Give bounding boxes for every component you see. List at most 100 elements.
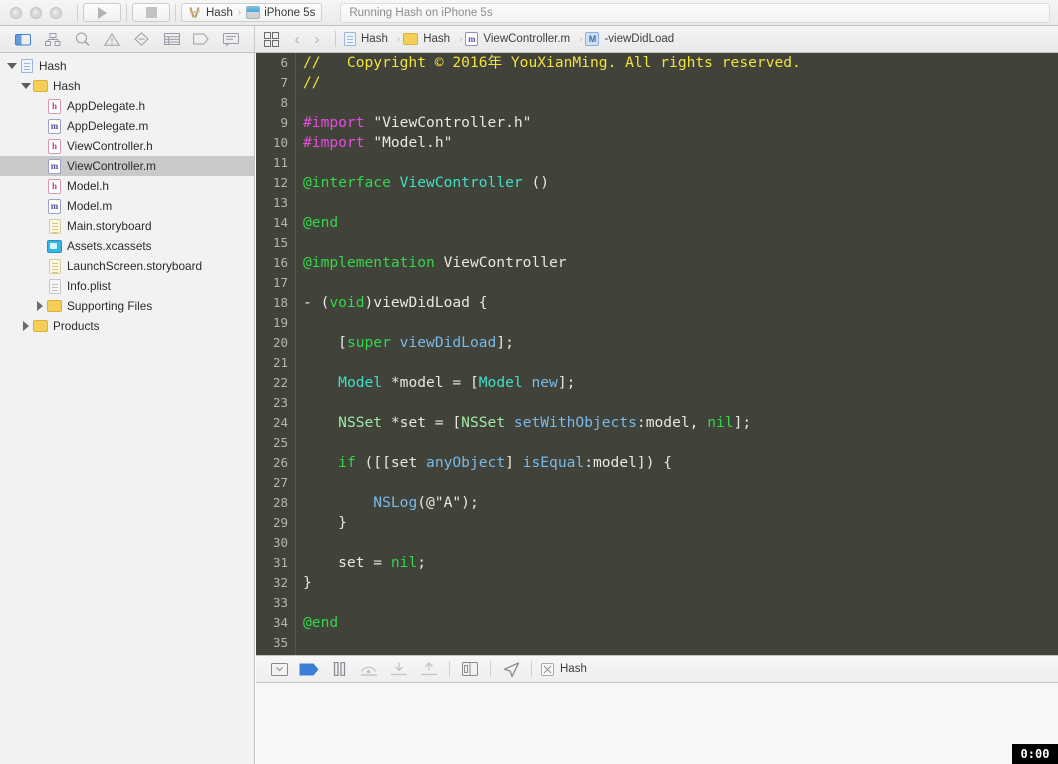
scheme-selector[interactable]: Hash › iPhone 5s [181,3,323,22]
sidebar-item-model-m[interactable]: m Model.m [0,196,254,216]
report-navigator-tab[interactable] [223,32,240,46]
code-line[interactable] [297,313,1058,333]
code-line[interactable]: // [297,73,1058,93]
h-file-icon: h [48,178,61,194]
code-line[interactable] [297,593,1058,613]
code-token: "Model.h" [373,134,453,151]
sidebar-item-supporting-files[interactable]: Supporting Files [0,296,254,316]
code-line[interactable] [297,533,1058,553]
sidebar-item-appdelegate-m[interactable]: m AppDelegate.m [0,116,254,136]
code-line[interactable] [297,353,1058,373]
source-control-navigator-tab[interactable] [44,32,61,46]
simulator-icon [246,6,261,19]
storyboard-icon [48,218,61,234]
breadcrumb-item-project[interactable]: Hash › [344,32,400,46]
disclosure-triangle[interactable] [33,301,46,311]
code-line[interactable]: NSSet *set = [NSSet setWithObjects:model… [297,413,1058,433]
breakpoint-navigator-tab[interactable] [193,32,210,46]
breakpoints-toggle[interactable] [294,659,324,679]
sidebar-item-model-h[interactable]: h Model.h [0,176,254,196]
code-line[interactable]: } [297,513,1058,533]
code-token: *set = [ [382,414,462,431]
pause-button[interactable] [324,659,354,679]
code-line[interactable]: Model *model = [Model new]; [297,373,1058,393]
code-line[interactable]: NSLog(@"A"); [297,493,1058,513]
code-line[interactable] [297,233,1058,253]
sidebar-item-assets-xcassets[interactable]: Assets.xcassets [0,236,254,256]
code-line[interactable] [297,473,1058,493]
code-line[interactable] [297,273,1058,293]
code-content[interactable]: // Copyright © 2016年 YouXianMing. All ri… [297,53,1058,655]
hide-console-button[interactable] [264,659,294,679]
code-line[interactable] [297,153,1058,173]
code-line[interactable]: #import "ViewController.h" [297,113,1058,133]
sidebar-item-label: Hash [39,59,67,73]
line-number: 20 [272,335,288,350]
breadcrumb-item-file[interactable]: m ViewController.m › [465,32,582,46]
go-back-button[interactable]: ‹ [287,31,307,48]
code-token: void [329,294,365,311]
code-token: ViewController [434,254,567,271]
code-line[interactable]: - (void)viewDidLoad { [297,293,1058,313]
code-line[interactable] [297,193,1058,213]
sidebar-item-hash[interactable]: Hash [0,56,254,76]
step-into-button[interactable] [384,659,414,679]
sidebar-item-viewcontroller-h[interactable]: h ViewController.h [0,136,254,156]
stop-button[interactable] [132,3,170,22]
run-button[interactable] [83,3,121,22]
code-line[interactable]: set = nil; [297,553,1058,573]
code-token: Model [338,374,383,391]
source-editor[interactable]: 6 7 8 9 10 11 12 13 14 15 16 17 18 19 20 21 22 23 24 25 26 27… [256,53,1058,655]
disclosure-triangle[interactable] [19,321,32,331]
sidebar-item-main-storyboard[interactable]: Main.storyboard [0,216,254,236]
code-line[interactable] [297,433,1058,453]
sidebar-item-info-plist[interactable]: Info.plist [0,276,254,296]
breadcrumb-item-group[interactable]: Hash › [403,33,462,45]
view-hierarchy-button[interactable] [455,659,485,679]
code-token: - ( [303,294,330,311]
minimize-button[interactable] [30,6,42,19]
step-out-button[interactable] [414,659,444,679]
code-line[interactable]: } [297,573,1058,593]
code-token: isEqual [522,454,585,471]
sidebar-item-products[interactable]: Products [0,316,254,336]
sidebar-item-launchscreen-storyboard[interactable]: LaunchScreen.storyboard [0,256,254,276]
code-line[interactable]: #import "Model.h" [297,133,1058,153]
debug-bar: Hash [256,655,1058,683]
code-line[interactable]: if ([[set anyObject] isEqual:model]) { [297,453,1058,473]
related-items-icon[interactable] [263,31,279,47]
code-line[interactable] [297,93,1058,113]
code-line[interactable] [297,393,1058,413]
process-selector[interactable]: Hash [541,662,587,676]
code-line[interactable]: @interface ViewController () [297,173,1058,193]
traffic-lights [0,6,72,19]
zoom-button[interactable] [50,6,62,19]
project-navigator[interactable]: Hash Hash h AppDelegate.h m AppDelegate.m h Vie… [0,53,255,764]
code-token: (@"A"); [417,494,479,511]
close-button[interactable] [10,6,22,19]
test-navigator-tab[interactable] [134,32,150,46]
step-over-button[interactable] [354,659,384,679]
code-token: anyObject [426,454,506,471]
code-line[interactable]: @end [297,213,1058,233]
simulate-location-button[interactable] [496,659,526,679]
breadcrumb-item-symbol[interactable]: M -viewDidLoad [585,32,674,46]
symbol-navigator-tab[interactable] [74,32,90,46]
code-line[interactable]: @end [297,613,1058,633]
sidebar-item-appdelegate-h[interactable]: h AppDelegate.h [0,96,254,116]
code-line[interactable]: @implementation ViewController [297,253,1058,273]
chevron-right-icon: › [237,7,242,18]
code-line[interactable]: // Copyright © 2016年 YouXianMing. All ri… [297,53,1058,73]
sidebar-item-viewcontroller-m[interactable]: m ViewController.m [0,156,254,176]
disclosure-triangle[interactable] [19,83,32,89]
disclosure-triangle[interactable] [5,63,18,69]
debug-console-area[interactable] [256,683,1058,764]
go-forward-button[interactable]: › [307,31,327,48]
code-line[interactable] [297,633,1058,653]
project-navigator-tab[interactable] [14,32,31,46]
code-line[interactable]: [super viewDidLoad]; [297,333,1058,353]
debug-navigator-tab[interactable] [163,32,180,46]
sidebar-item-hash[interactable]: Hash [0,76,254,96]
issue-navigator-tab[interactable] [104,32,121,46]
